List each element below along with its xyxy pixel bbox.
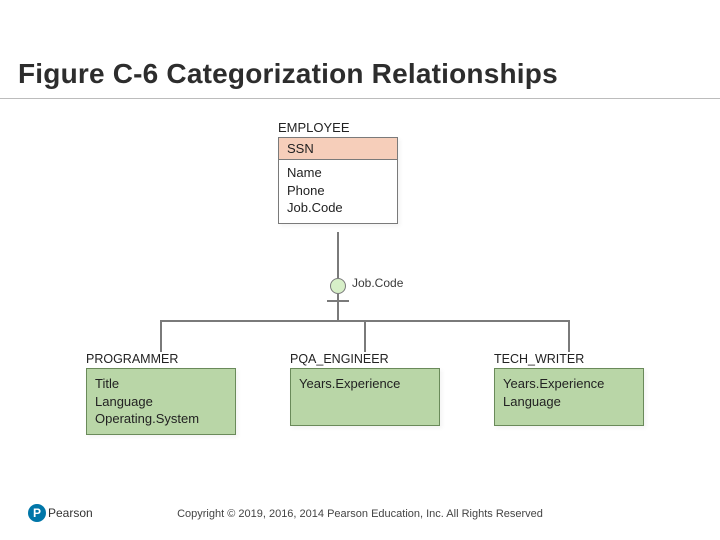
slide: Figure C-6 Categorization Relationships … [0,0,720,540]
discriminator-label: Job.Code [352,276,403,290]
subtype-pqa-engineer: PQA_ENGINEER Years.Experience [290,352,440,426]
attribute: Operating.System [95,410,227,428]
connector-line [568,320,570,352]
primary-key: SSN [279,138,397,160]
attribute: Years.Experience [503,375,635,393]
attribute: Title [95,375,227,393]
entity-box: SSN Name Phone Job.Code [278,137,398,224]
attribute-list: Name Phone Job.Code [279,160,397,223]
copyright-text: Copyright © 2019, 2016, 2014 Pearson Edu… [0,508,720,520]
overlap-bar [327,300,349,302]
attribute: Job.Code [287,199,389,217]
entity-box: Years.Experience Language [494,368,644,426]
connector-line [337,294,339,320]
title-rule [0,98,720,99]
attribute: Years.Experience [299,375,431,393]
er-diagram: EMPLOYEE SSN Name Phone Job.Code Job.Cod… [86,120,666,470]
supertype-employee: EMPLOYEE SSN Name Phone Job.Code [278,120,398,224]
entity-label: PQA_ENGINEER [290,352,440,366]
connector-line [160,320,162,352]
entity-box: Title Language Operating.System [86,368,236,435]
entity-label: EMPLOYEE [278,120,398,135]
entity-label: PROGRAMMER [86,352,236,366]
subtype-programmer: PROGRAMMER Title Language Operating.Syst… [86,352,236,435]
figure-title: Figure C-6 Categorization Relationships [18,58,558,90]
categorization-circle-icon [330,278,346,294]
attribute: Language [95,393,227,411]
entity-box: Years.Experience [290,368,440,426]
attribute: Language [503,393,635,411]
connector-line [364,320,366,352]
subtype-tech-writer: TECH_WRITER Years.Experience Language [494,352,644,426]
attribute: Name [287,164,389,182]
entity-label: TECH_WRITER [494,352,644,366]
connector-line [337,232,339,278]
attribute: Phone [287,182,389,200]
